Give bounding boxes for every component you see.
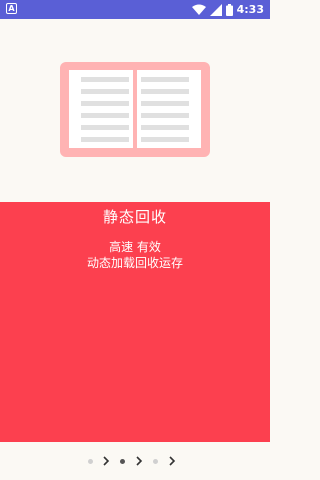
feature-panel: 静态回收 高速 有效 动态加载回收运存 bbox=[0, 202, 270, 442]
wifi-icon bbox=[191, 4, 206, 15]
chevron-right-icon[interactable] bbox=[167, 454, 177, 468]
feature-title: 静态回收 bbox=[102, 208, 167, 226]
feature-line-1: 高速 有效 bbox=[109, 240, 161, 254]
status-icons: 4:33 bbox=[191, 0, 264, 19]
illustration-area bbox=[0, 19, 270, 202]
status-time: 4:33 bbox=[236, 3, 264, 16]
chevron-right-icon[interactable] bbox=[101, 454, 111, 468]
app-badge-icon: A bbox=[6, 3, 17, 14]
open-book-icon bbox=[60, 62, 210, 157]
page-dot-icon[interactable] bbox=[153, 459, 158, 464]
battery-icon bbox=[225, 3, 233, 16]
page-dot-icon[interactable] bbox=[120, 459, 125, 464]
feature-line-2: 动态加载回收运存 bbox=[86, 256, 183, 270]
status-bar: A 4:33 bbox=[0, 0, 270, 19]
pager-area bbox=[0, 442, 270, 480]
page-dot-icon[interactable] bbox=[88, 459, 93, 464]
chevron-right-icon[interactable] bbox=[134, 454, 144, 468]
signal-icon bbox=[209, 3, 222, 16]
page-indicator bbox=[86, 454, 186, 468]
